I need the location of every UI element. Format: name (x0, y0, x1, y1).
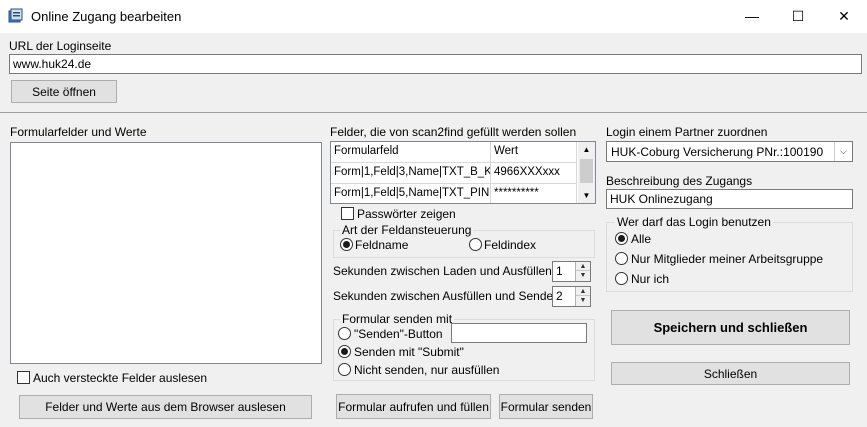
app-icon (8, 8, 23, 23)
open-page-button[interactable]: Seite öffnen (11, 80, 117, 103)
grid-scrollbar[interactable]: ▲ ▼ (578, 142, 595, 203)
table-row[interactable]: Form|1,Feld|5,Name|TXT_PIN,T ********** (331, 184, 577, 203)
load-fill-stepper[interactable]: 1 ▲ ▼ (552, 261, 591, 282)
load-fill-value[interactable]: 1 (556, 264, 563, 278)
hidden-fields-checkbox[interactable] (17, 371, 30, 384)
field-control-legend: Art der Feldansteuerung (340, 223, 474, 237)
grid-cell-field[interactable]: Form|1,Feld|5,Name|TXT_PIN,T (331, 184, 491, 203)
radio-access-all[interactable] (615, 232, 628, 245)
hidden-fields-label: Auch versteckte Felder auslesen (33, 371, 208, 385)
minimize-button[interactable]: — (729, 0, 775, 32)
access-legend: Wer darf das Login benutzen (615, 215, 773, 229)
radio-access-group[interactable] (615, 252, 628, 265)
stepper-down-icon[interactable]: ▼ (576, 271, 590, 280)
send-form-button[interactable]: Formular senden (499, 394, 593, 419)
radio-fieldname-label: Feldname (355, 238, 409, 252)
form-fields-label: Formularfelder und Werte (10, 125, 147, 139)
form-fields-list[interactable] (10, 142, 322, 364)
url-input[interactable]: www.huk24.de (9, 54, 862, 74)
fill-send-label: Sekunden zwischen Ausfüllen und Senden: (333, 289, 564, 303)
show-passwords-label: Passwörter zeigen (357, 207, 456, 221)
stepper-buttons: ▲ ▼ (575, 287, 590, 306)
stepper-up-icon[interactable]: ▲ (576, 287, 590, 296)
radio-fieldname[interactable] (340, 238, 353, 251)
description-input[interactable]: HUK Onlinezugang (606, 189, 853, 209)
fill-send-stepper[interactable]: 2 ▲ ▼ (552, 286, 591, 307)
close-button[interactable]: Schließen (611, 362, 850, 385)
column-header-field[interactable]: Formularfeld (331, 142, 491, 163)
show-passwords-checkbox[interactable] (341, 207, 354, 220)
radio-no-send-label: Nicht senden, nur ausfüllen (354, 363, 500, 377)
radio-senden-button-label: "Senden"-Button (354, 327, 443, 341)
scroll-up-icon[interactable]: ▲ (578, 142, 595, 157)
table-row[interactable]: Form|1,Feld|3,Name|TXT_B_KENNUNG 4966XXX… (331, 163, 577, 184)
description-label: Beschreibung des Zugangs (606, 174, 753, 188)
radio-access-me-label: Nur ich (631, 272, 670, 286)
radio-senden-button[interactable] (338, 327, 351, 340)
grid-header-row: Formularfeld Wert (331, 142, 577, 163)
partner-selected: HUK-Coburg Versicherung PNr.:100190 (611, 145, 824, 159)
radio-submit-label: Senden mit "Submit" (354, 345, 464, 359)
radio-fieldindex-label: Feldindex (484, 238, 537, 252)
radio-submit[interactable] (338, 345, 351, 358)
radio-access-group-label: Nur Mitglieder meiner Arbeitsgruppe (631, 252, 824, 266)
partner-label: Login einem Partner zuordnen (606, 125, 768, 139)
radio-no-send[interactable] (338, 363, 351, 376)
send-button-name-input[interactable] (451, 323, 587, 343)
close-window-button[interactable]: ✕ (821, 0, 867, 32)
radio-fieldindex[interactable] (469, 238, 482, 251)
grid-cell-value[interactable]: ********** (491, 184, 577, 203)
radio-access-me[interactable] (615, 272, 628, 285)
stepper-buttons: ▲ ▼ (575, 262, 590, 281)
save-close-button[interactable]: Speichern und schließen (611, 310, 850, 345)
column-header-value[interactable]: Wert (491, 142, 577, 163)
fill-send-value[interactable]: 2 (556, 289, 563, 303)
grid-cell-field[interactable]: Form|1,Feld|3,Name|TXT_B_KENNUNG (331, 163, 491, 184)
partner-select[interactable]: HUK-Coburg Versicherung PNr.:100190 ⌵ (606, 141, 853, 162)
url-label: URL der Loginseite (9, 39, 112, 53)
title-bar: Online Zugang bearbeiten — ☐ ✕ (0, 0, 867, 33)
close-icon: ✕ (838, 7, 850, 24)
open-fill-form-button[interactable]: Formular aufrufen und füllen (336, 394, 491, 419)
maximize-icon: ☐ (791, 7, 805, 24)
maximize-button[interactable]: ☐ (775, 0, 821, 32)
submit-legend: Formular senden mit (340, 312, 455, 326)
scroll-down-icon[interactable]: ▼ (578, 188, 595, 203)
scroll-thumb[interactable] (580, 159, 593, 183)
stepper-up-icon[interactable]: ▲ (576, 262, 590, 271)
grid-cell-value[interactable]: 4966XXXxxx (491, 163, 577, 184)
separator (0, 112, 867, 113)
fill-fields-label: Felder, die von scan2find gefüllt werden… (330, 125, 577, 139)
minimize-icon: — (745, 8, 759, 24)
radio-access-all-label: Alle (631, 232, 652, 246)
window-title: Online Zugang bearbeiten (31, 9, 182, 24)
read-from-browser-button[interactable]: Felder und Werte aus dem Browser auslese… (19, 395, 312, 419)
chevron-down-icon[interactable]: ⌵ (834, 142, 852, 161)
fill-fields-grid[interactable]: Formularfeld Wert Form|1,Feld|3,Name|TXT… (330, 141, 596, 204)
stepper-down-icon[interactable]: ▼ (576, 296, 590, 305)
load-fill-label: Sekunden zwischen Laden und Ausfüllen: (333, 264, 556, 278)
